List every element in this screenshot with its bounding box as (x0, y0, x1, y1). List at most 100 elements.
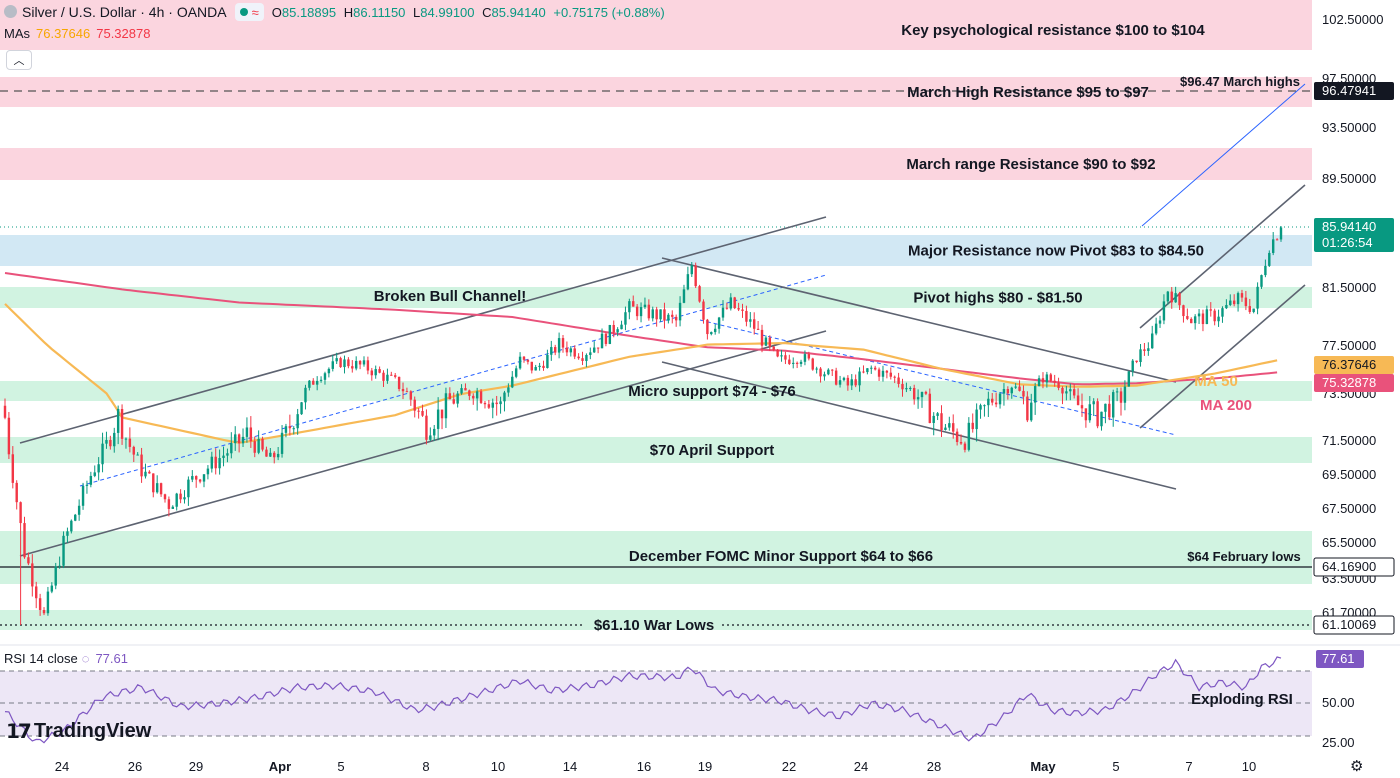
candle[interactable] (795, 361, 799, 369)
candle[interactable] (159, 482, 163, 497)
symbol-title[interactable]: Silver / U.S. Dollar · 4h · OANDA (22, 4, 227, 20)
candle[interactable] (1190, 317, 1193, 324)
candle[interactable] (152, 473, 155, 498)
candle[interactable] (394, 372, 397, 379)
candle[interactable] (514, 365, 518, 379)
candle[interactable] (1197, 309, 1201, 324)
candle[interactable] (198, 478, 202, 484)
candle[interactable] (967, 417, 971, 452)
candle[interactable] (15, 480, 18, 510)
candle[interactable] (932, 412, 935, 436)
candle[interactable] (780, 349, 783, 362)
candle[interactable] (511, 371, 514, 389)
candle[interactable] (183, 490, 186, 504)
candle[interactable] (1151, 325, 1154, 349)
candle[interactable] (944, 423, 947, 431)
candle[interactable] (374, 365, 377, 379)
candle[interactable] (144, 463, 147, 479)
candle[interactable] (1119, 387, 1123, 416)
candle[interactable] (522, 356, 526, 363)
candle[interactable] (362, 356, 366, 367)
candle[interactable] (971, 413, 974, 433)
candle[interactable] (77, 499, 81, 521)
candle[interactable] (46, 586, 50, 616)
candle[interactable] (866, 368, 869, 375)
candle[interactable] (202, 474, 206, 488)
candle[interactable] (62, 531, 65, 569)
candle[interactable] (842, 376, 846, 382)
candle[interactable] (1135, 360, 1138, 364)
candle[interactable] (358, 360, 362, 370)
candle[interactable] (85, 480, 89, 494)
candle[interactable] (3, 398, 7, 420)
candle[interactable] (686, 266, 690, 291)
candle[interactable] (1104, 403, 1107, 424)
candle[interactable] (565, 341, 569, 357)
candle[interactable] (608, 324, 612, 345)
candle[interactable] (1236, 291, 1240, 312)
candle[interactable] (717, 316, 721, 334)
rsi-pane[interactable]: Exploding RSI 50.00 25.00 77.61 (0, 644, 1400, 750)
candle[interactable] (300, 401, 303, 415)
candle[interactable] (1279, 226, 1283, 242)
candle[interactable] (698, 284, 701, 303)
candle[interactable] (581, 351, 584, 366)
candle[interactable] (940, 405, 943, 438)
candle[interactable] (194, 475, 198, 488)
candle[interactable] (979, 403, 982, 419)
candle[interactable] (120, 404, 124, 445)
candle[interactable] (815, 366, 818, 374)
candle[interactable] (881, 365, 885, 382)
candle[interactable] (674, 314, 678, 327)
candle[interactable] (148, 470, 151, 474)
candle[interactable] (936, 411, 939, 421)
candle[interactable] (1221, 306, 1224, 323)
candle[interactable] (877, 367, 881, 381)
candle[interactable] (889, 367, 892, 380)
candle[interactable] (1217, 309, 1220, 327)
candle[interactable] (834, 367, 838, 386)
time-axis[interactable]: 24 26 29 Apr 5 8 10 14 16 19 22 24 28 May 5 7 10 (55, 759, 1256, 774)
candle[interactable] (93, 465, 96, 478)
candle[interactable] (542, 360, 545, 371)
candle[interactable] (1143, 343, 1146, 356)
candle[interactable] (1213, 308, 1216, 326)
candle[interactable] (706, 318, 709, 340)
candle[interactable] (179, 489, 182, 504)
candle[interactable] (811, 357, 814, 371)
price-chart[interactable]: Key psychological resistance $100 to $10… (0, 0, 1400, 778)
candle[interactable] (784, 351, 787, 365)
candle[interactable] (753, 312, 756, 335)
candle[interactable] (792, 357, 795, 369)
candle[interactable] (550, 340, 553, 361)
candle[interactable] (870, 365, 873, 374)
candle[interactable] (854, 374, 857, 388)
candle[interactable] (823, 371, 826, 381)
candle[interactable] (257, 430, 260, 455)
candle[interactable] (526, 359, 530, 365)
candle[interactable] (745, 305, 748, 327)
candle[interactable] (873, 365, 877, 371)
candle[interactable] (206, 465, 210, 480)
candle[interactable] (710, 331, 713, 336)
candle[interactable] (175, 492, 178, 511)
candle[interactable] (577, 353, 580, 360)
candle[interactable] (429, 427, 432, 442)
candle[interactable] (483, 401, 487, 409)
candle[interactable] (764, 335, 768, 347)
candle[interactable] (671, 310, 674, 324)
candle[interactable] (1256, 282, 1259, 315)
candle[interactable] (487, 399, 491, 410)
candle[interactable] (713, 324, 717, 335)
candle[interactable] (620, 320, 623, 330)
candle[interactable] (569, 346, 573, 357)
candle[interactable] (155, 475, 159, 494)
candle[interactable] (655, 306, 658, 327)
candle[interactable] (343, 355, 346, 374)
candle[interactable] (702, 299, 705, 324)
candle[interactable] (624, 306, 627, 331)
candle[interactable] (390, 371, 393, 376)
candle[interactable] (1193, 314, 1197, 330)
price-axis[interactable]: 102.5000097.5000093.5000089.5000081.5000… (1312, 0, 1400, 645)
candle[interactable] (339, 356, 342, 368)
